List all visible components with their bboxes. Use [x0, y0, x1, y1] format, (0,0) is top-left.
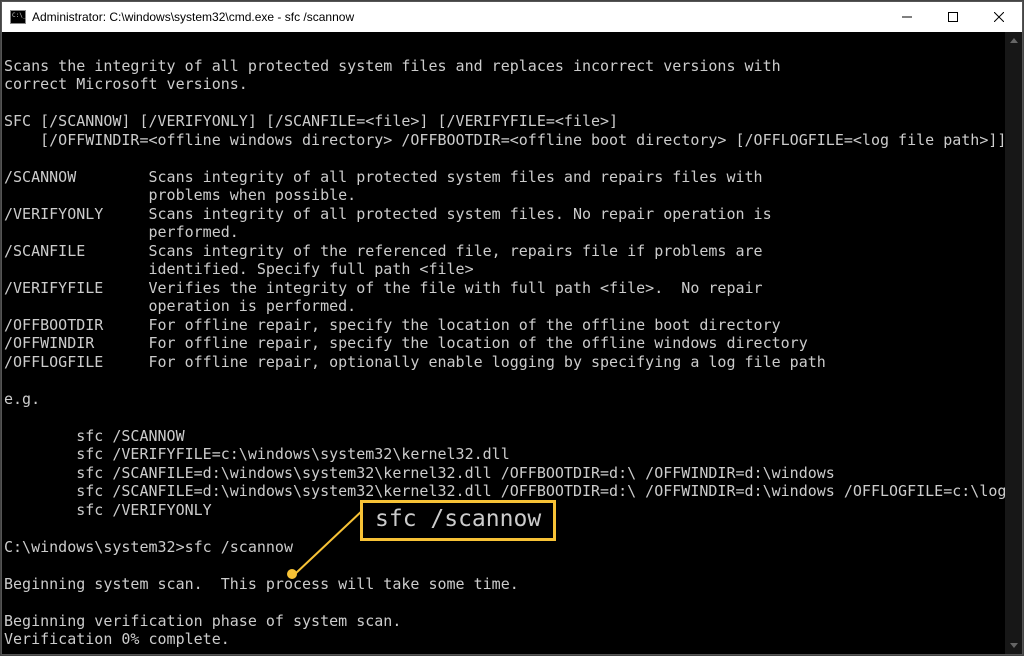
- callout-text: sfc /scannow: [375, 506, 541, 532]
- vertical-scrollbar[interactable]: [1005, 32, 1022, 654]
- window-controls: [884, 2, 1022, 32]
- callout-box: sfc /scannow: [360, 500, 556, 541]
- window-title: Administrator: C:\windows\system32\cmd.e…: [32, 10, 884, 24]
- terminal-area[interactable]: Scans the integrity of all protected sys…: [2, 32, 1022, 654]
- maximize-button[interactable]: [930, 2, 976, 32]
- close-button[interactable]: [976, 2, 1022, 32]
- cmd-icon: [10, 9, 26, 25]
- titlebar[interactable]: Administrator: C:\windows\system32\cmd.e…: [2, 2, 1022, 32]
- scroll-up-arrow[interactable]: [1005, 32, 1022, 49]
- cmd-window: Administrator: C:\windows\system32\cmd.e…: [1, 1, 1023, 655]
- minimize-button[interactable]: [884, 2, 930, 32]
- scroll-down-arrow[interactable]: [1005, 637, 1022, 654]
- terminal-output: Scans the integrity of all protected sys…: [2, 32, 1022, 651]
